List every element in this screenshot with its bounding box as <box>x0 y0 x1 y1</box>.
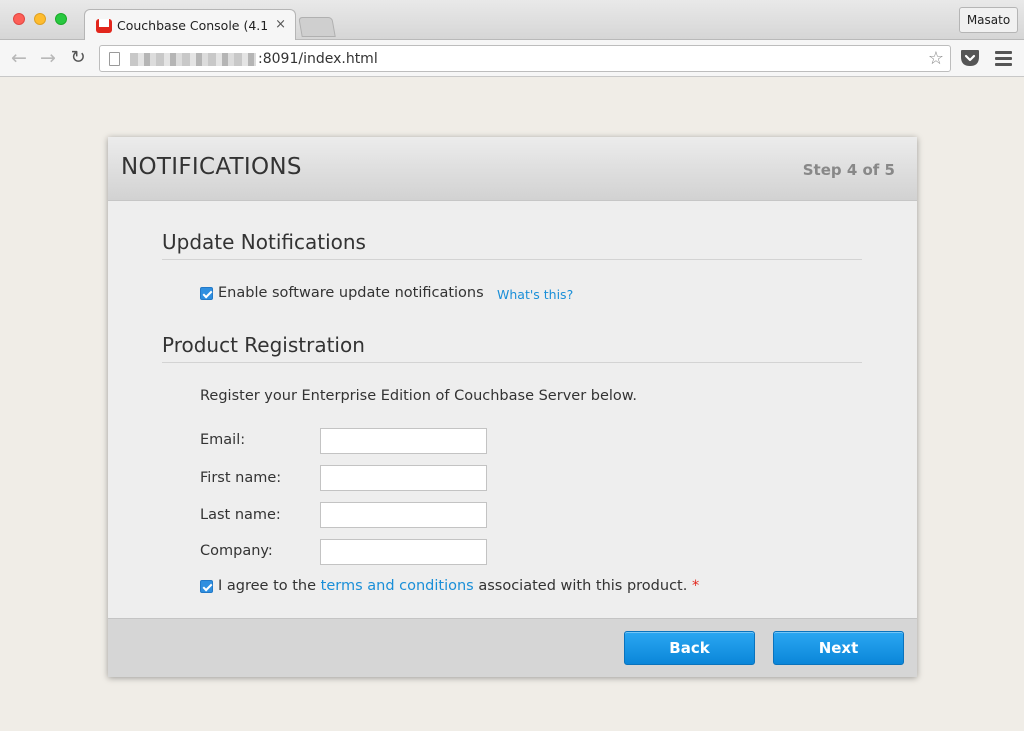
first-name-label: First name: <box>200 470 282 486</box>
terms-link[interactable]: terms and conditions <box>321 578 474 594</box>
tab-title: Couchbase Console (4.1.0- <box>117 18 267 33</box>
couchbase-logo-icon <box>96 19 112 33</box>
browser-chrome: Couchbase Console (4.1.0- × Masato ← → ↻… <box>0 0 1024 77</box>
last-name-field[interactable] <box>320 502 487 528</box>
pocket-icon[interactable] <box>960 49 980 67</box>
address-bar[interactable]: :8091/index.html ☆ <box>99 45 951 72</box>
profile-button[interactable]: Masato <box>959 7 1018 33</box>
new-tab-button[interactable] <box>298 17 336 37</box>
company-field[interactable] <box>320 539 487 565</box>
setup-wizard-panel: NOTIFICATIONS Step 4 of 5 Update Notific… <box>108 137 917 677</box>
update-notifications-heading: Update Notifications <box>162 230 366 254</box>
agree-prefix: I agree to the <box>218 578 317 594</box>
agree-suffix: associated with this product. <box>478 578 688 594</box>
panel-header: NOTIFICATIONS Step 4 of 5 <box>108 137 917 201</box>
email-label: Email: <box>200 432 246 448</box>
last-name-label: Last name: <box>200 507 281 523</box>
agree-terms-label: I agree to the terms and conditions asso… <box>218 578 699 594</box>
forward-arrow-icon[interactable]: → <box>37 48 59 70</box>
first-name-field[interactable] <box>320 465 487 491</box>
tab-close-icon[interactable]: × <box>275 17 286 32</box>
agree-terms-checkbox[interactable] <box>200 580 213 593</box>
blurred-host <box>130 53 256 66</box>
page-icon <box>109 52 120 66</box>
whats-this-link[interactable]: What's this? <box>497 287 573 302</box>
close-window-button[interactable] <box>13 13 25 25</box>
browser-toolbar: ← → ↻ :8091/index.html ☆ <box>0 40 1024 77</box>
title-bar: Couchbase Console (4.1.0- × Masato <box>0 0 1024 41</box>
star-icon[interactable]: ☆ <box>928 48 944 69</box>
enable-updates-label: Enable software update notifications <box>218 285 484 301</box>
panel-footer: Back Next <box>108 618 917 677</box>
back-arrow-icon[interactable]: ← <box>8 48 30 70</box>
menu-icon[interactable] <box>995 51 1012 69</box>
browser-tab[interactable]: Couchbase Console (4.1.0- × <box>84 9 296 41</box>
email-field[interactable] <box>320 428 487 454</box>
page-title: NOTIFICATIONS <box>121 154 302 180</box>
registration-intro: Register your Enterprise Edition of Couc… <box>200 388 637 404</box>
back-button[interactable]: Back <box>624 631 755 665</box>
section-divider <box>162 259 862 260</box>
minimize-window-button[interactable] <box>34 13 46 25</box>
step-indicator: Step 4 of 5 <box>802 161 895 179</box>
required-marker: * <box>691 578 700 594</box>
url-text: :8091/index.html <box>258 51 378 67</box>
next-button[interactable]: Next <box>773 631 904 665</box>
reload-icon[interactable]: ↻ <box>67 48 89 70</box>
section-divider <box>162 362 862 363</box>
product-registration-heading: Product Registration <box>162 333 365 357</box>
enable-updates-checkbox[interactable] <box>200 287 213 300</box>
company-label: Company: <box>200 543 273 559</box>
zoom-window-button[interactable] <box>55 13 67 25</box>
